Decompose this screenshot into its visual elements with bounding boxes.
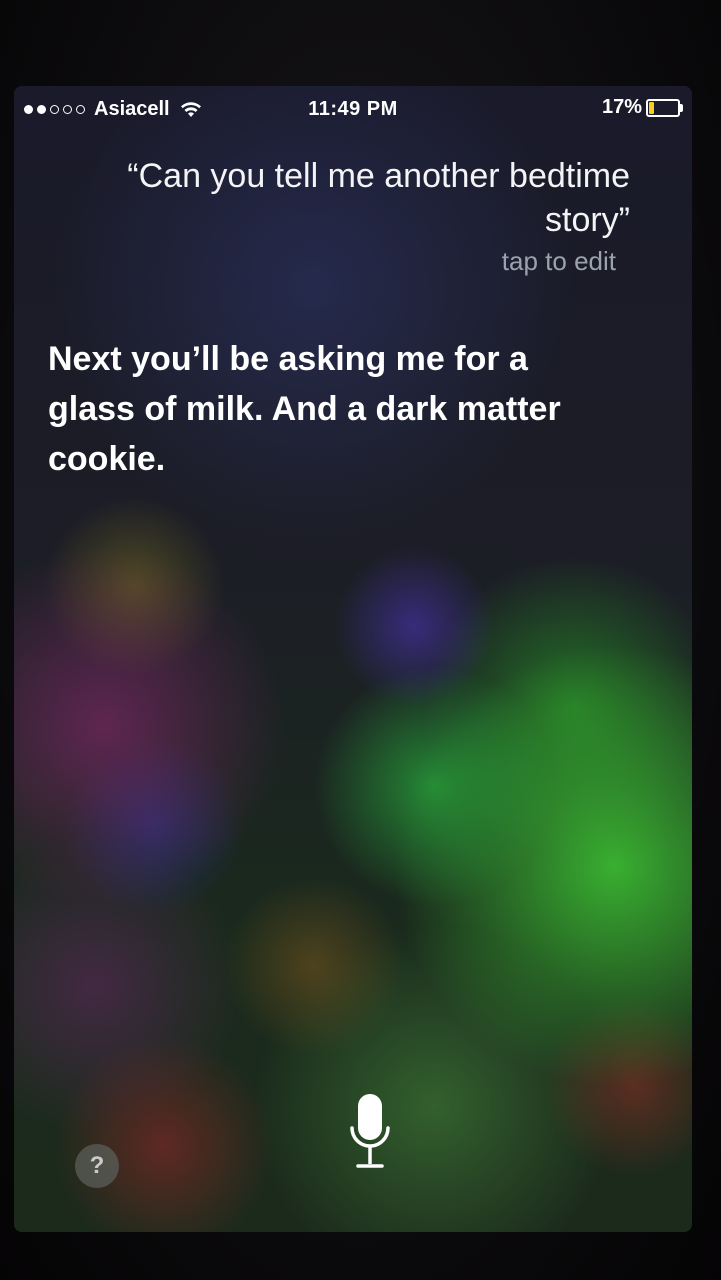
status-bar: Asiacell 11:49 PM 17% (14, 86, 692, 130)
microphone-icon[interactable] (348, 1092, 392, 1174)
tap-to-edit-link[interactable]: tap to edit (502, 246, 616, 277)
siri-screen: Asiacell 11:49 PM 17% “Can you tell me a… (14, 86, 692, 1232)
battery-indicator: 17% (601, 96, 683, 119)
siri-response-text: Next you’ll be asking me for a glass of … (48, 340, 561, 478)
status-time: 11:49 PM (308, 98, 398, 120)
battery-percent: 17% (601, 96, 642, 118)
battery-icon (646, 98, 683, 117)
siri-query-text[interactable]: “Can you tell me another bedtime story” (110, 154, 630, 242)
battery-fill (649, 101, 655, 114)
help-button[interactable]: ? (75, 1144, 119, 1188)
